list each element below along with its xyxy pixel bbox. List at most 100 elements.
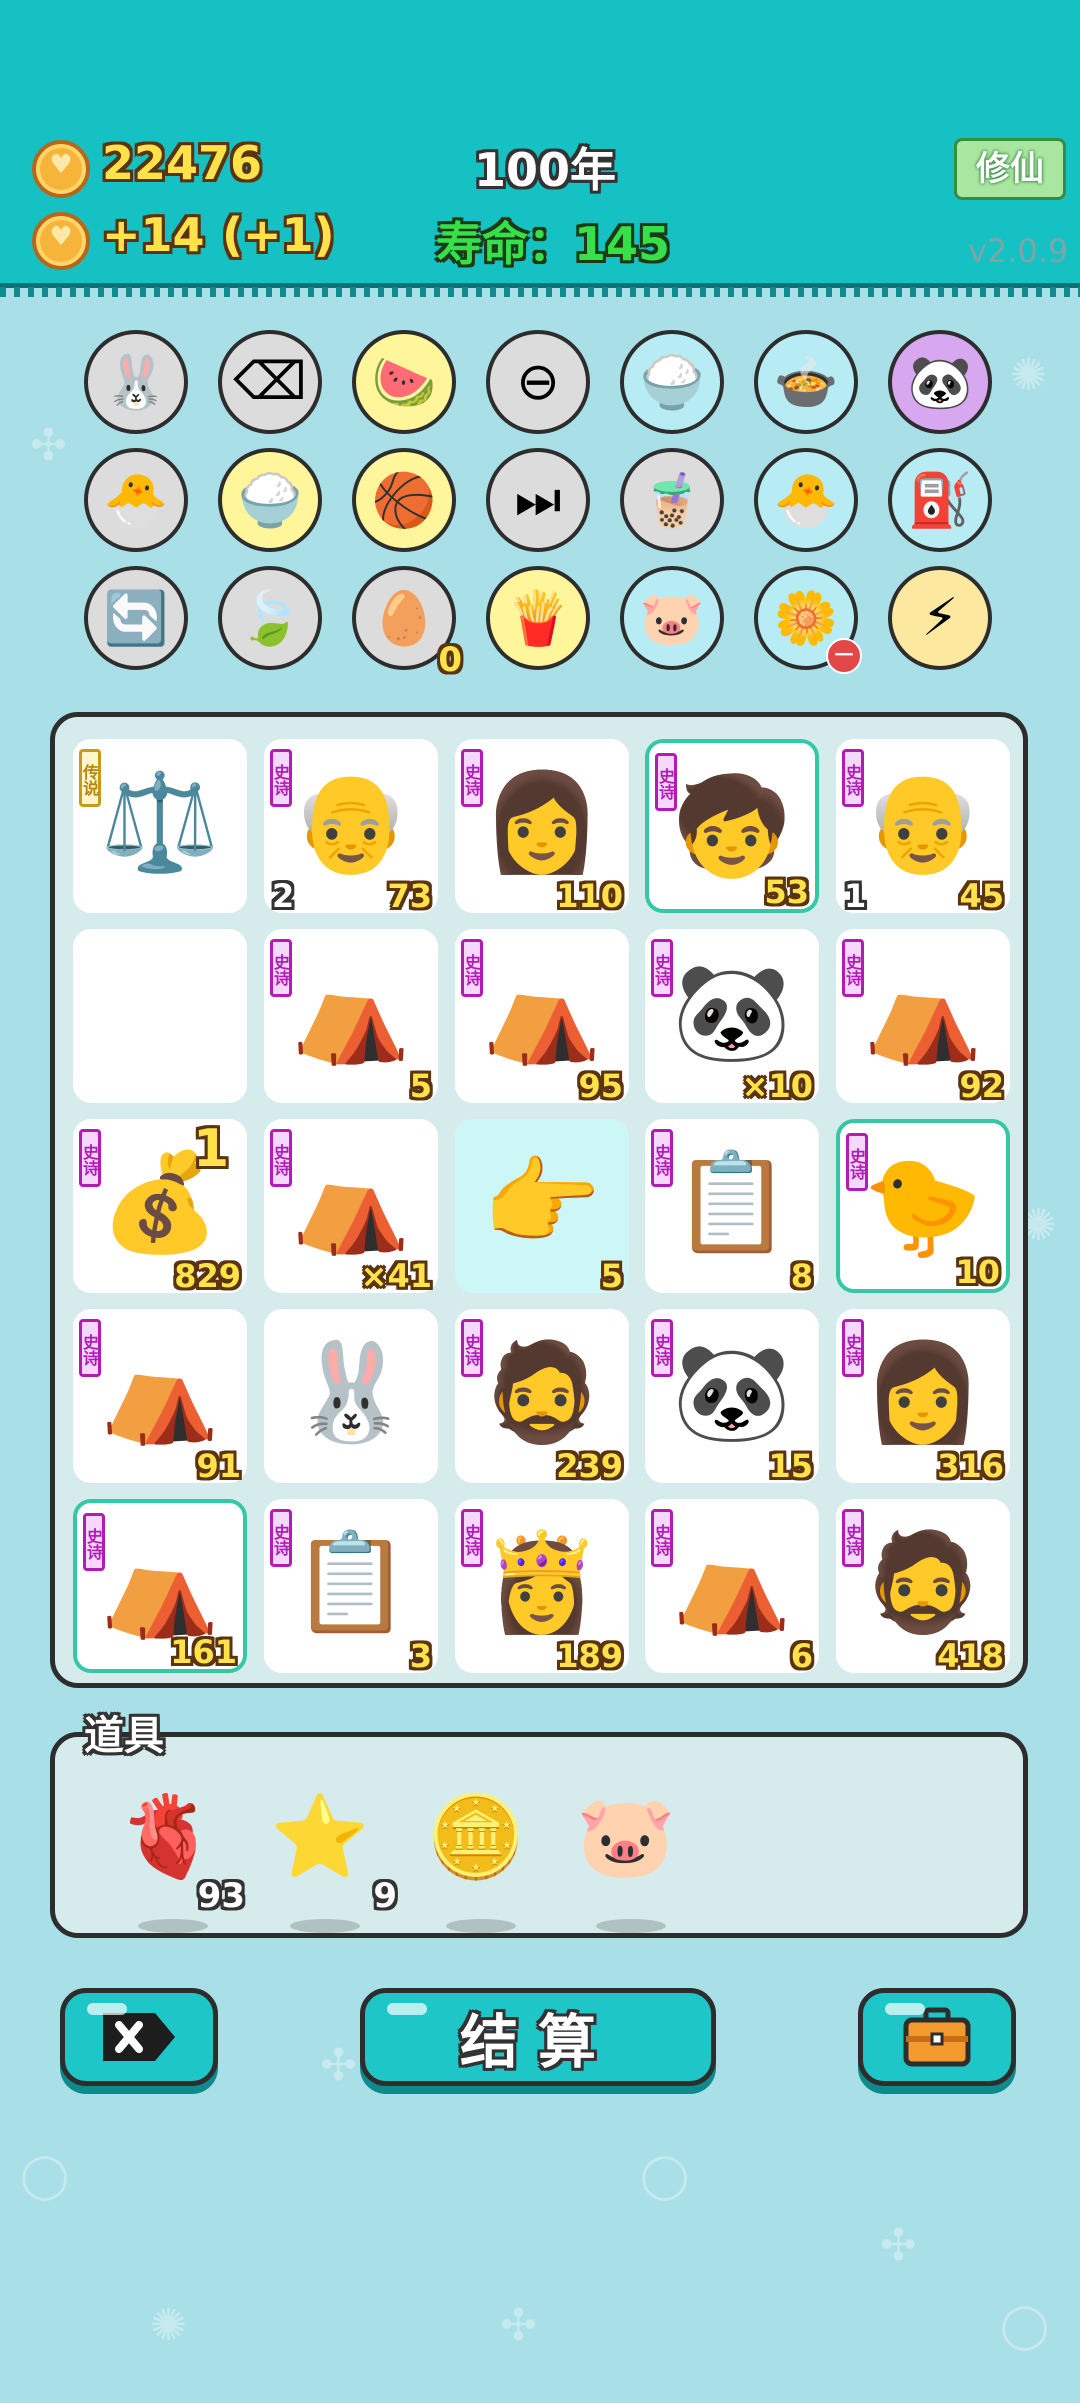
board-cell[interactable]: 史诗 🐼 ×10	[645, 929, 819, 1105]
board-cell[interactable]: 史诗 👴 73 2	[264, 739, 438, 915]
year-counter: 100年	[474, 143, 617, 197]
board-cell[interactable]: 🐰	[264, 1309, 438, 1483]
rabbit-tent-icon: ⛺	[482, 956, 602, 1068]
cultivation-mode-button[interactable]: 修仙	[954, 138, 1066, 200]
board-cell[interactable]: 史诗 💰 1 829	[73, 1119, 247, 1295]
relic-pot-duck-icon[interactable]: 🍲	[754, 330, 858, 434]
delete-tag-icon	[103, 2013, 175, 2061]
board-cell[interactable]: 史诗 🧔 418	[836, 1499, 1010, 1675]
relic-rice-bowl-icon[interactable]: 🍚	[620, 330, 724, 434]
fries-icon: 🍟	[505, 588, 571, 649]
cell-value: 3	[409, 1637, 432, 1675]
settle-button[interactable]: 结算	[360, 1988, 716, 2086]
fruit-basket-icon: 🍉	[371, 352, 437, 413]
board-cell[interactable]: 史诗 👩 110	[455, 739, 629, 915]
cell-value: 5	[600, 1257, 623, 1295]
item-shadow	[596, 1919, 666, 1933]
cell-value: ×10	[741, 1067, 813, 1105]
rabbit-tent-icon: ⛺	[291, 1146, 411, 1258]
item-piggy-bank-icon[interactable]: 🐷	[571, 1787, 681, 1933]
old-bird-icon: 🐤	[863, 1150, 983, 1262]
copy-paste-icon: 📋	[672, 1146, 792, 1258]
relic-fruit-basket-icon[interactable]: 🍉	[352, 330, 456, 434]
board-cell[interactable]: 史诗 👴 45 1	[836, 739, 1010, 915]
relic-pump-icon[interactable]: ⛽	[888, 448, 992, 552]
board-cell[interactable]: 史诗 🧒 53	[645, 739, 819, 913]
relic-chick-egg-icon[interactable]: 🐣	[84, 448, 188, 552]
rabbit-tent-icon: ⛺	[863, 956, 983, 1068]
board-cell[interactable]: 史诗 ⛺ ×41	[264, 1119, 438, 1295]
rabbit-tent-icon: ⛺	[100, 1336, 220, 1448]
grandpa-heart-eyes-icon: 👴	[291, 766, 411, 878]
relic-delete-tag-icon[interactable]: ⌫	[218, 330, 322, 434]
grandpa-glasses-icon: 👴	[863, 766, 983, 878]
board-cell[interactable]: 👉 5	[455, 1119, 629, 1295]
basketballs-icon: 🏀	[371, 470, 437, 531]
relic-rabbit-icon[interactable]: 🐰	[84, 330, 188, 434]
board-cell[interactable]: 史诗 👸 189	[455, 1499, 629, 1675]
queen-icon: 👸	[482, 1526, 602, 1638]
cell-value: 91	[196, 1447, 241, 1485]
item-star-icon[interactable]: ⭐ 9	[265, 1787, 397, 1933]
dollar-coin-icon: 🪙	[426, 1790, 526, 1883]
inventory-button[interactable]	[858, 1988, 1016, 2086]
relic-fries-icon[interactable]: 🍟	[486, 566, 590, 670]
relic-lightning-icon[interactable]: ⚡	[888, 566, 992, 670]
board-cell[interactable]: 史诗 ⛺ 161	[73, 1499, 247, 1673]
chick-egg-icon: 🐣	[103, 470, 169, 531]
leaf-icon: 🍃	[237, 588, 303, 649]
item-shadow	[290, 1919, 360, 1933]
cell-value: 15	[768, 1447, 813, 1485]
relic-basketballs-icon[interactable]: 🏀	[352, 448, 456, 552]
girl-braids-icon: 👩	[482, 766, 602, 878]
relic-flower-pot-icon[interactable]: 🌼 −	[754, 566, 862, 674]
board-cell[interactable]: 史诗 ⛺ 92	[836, 929, 1010, 1105]
pot-duck-icon: 🍲	[773, 352, 839, 413]
board-cell[interactable]	[73, 929, 247, 1103]
cell-value: 189	[556, 1637, 623, 1675]
remove-button[interactable]	[60, 1988, 218, 2086]
cell-value: 161	[170, 1633, 237, 1671]
relic-refresh-icon[interactable]: 🔄	[84, 566, 188, 670]
board-cell[interactable]: 史诗 ⛺ 6	[645, 1499, 819, 1675]
board-cell[interactable]: 史诗 ⛺ 5	[264, 929, 438, 1105]
relic-leaf-icon[interactable]: 🍃	[218, 566, 322, 670]
gold-amount: 22476	[102, 136, 263, 190]
bubble-tea-icon: 🧋	[639, 470, 705, 531]
copy-paste-icon: 📋	[291, 1526, 411, 1638]
relic-egg-tray-icon[interactable]: 🥚 0	[352, 566, 462, 680]
item-dollar-coin-icon[interactable]: 🪙	[421, 1787, 531, 1933]
minus-circle-icon: ⊖	[516, 352, 560, 412]
cell-value: 8	[790, 1257, 813, 1295]
relic-bubble-tea-icon[interactable]: 🧋	[620, 448, 724, 552]
relic-panda-icon[interactable]: 🐼	[888, 330, 992, 434]
board-cell[interactable]: 史诗 👩 316	[836, 1309, 1010, 1485]
pointing-hand-icon: 👉	[482, 1146, 602, 1258]
settle-label: 结算	[459, 2008, 616, 2076]
relic-piggy-bank-icon[interactable]: 🐷	[620, 566, 724, 670]
cell-value: 45	[959, 877, 1004, 915]
cell-value: 92	[959, 1067, 1004, 1105]
relic-minus-circle-icon[interactable]: ⊖	[486, 330, 590, 434]
board-cell[interactable]: 传说 ⚖️	[73, 739, 247, 913]
gold-coin-icon	[32, 140, 90, 198]
item-liver-icon[interactable]: 🫀 93	[113, 1787, 245, 1933]
rice-bowl-icon: 🍚	[639, 352, 705, 413]
item-quantity: 9	[373, 1876, 397, 1916]
board-cell[interactable]: 史诗 ⛺ 95	[455, 929, 629, 1105]
cell-count: 1	[844, 877, 867, 915]
version-label: v2.0.9	[968, 232, 1069, 270]
relic-skip-icon[interactable]: ⏭	[486, 448, 590, 552]
cell-value: ×41	[360, 1257, 432, 1295]
rabbit-icon: 🐰	[291, 1336, 411, 1448]
board-cell[interactable]: 史诗 📋 8	[645, 1119, 819, 1295]
relic-rice-bowl-icon[interactable]: 🍚	[218, 448, 322, 552]
board-cell[interactable]: 史诗 📋 3	[264, 1499, 438, 1675]
relic-chick-egg-icon[interactable]: 🐣	[754, 448, 858, 552]
board-cell[interactable]: 史诗 ⛺ 91	[73, 1309, 247, 1485]
board-cell[interactable]: 史诗 🧔 239	[455, 1309, 629, 1485]
cell-value: 110	[556, 877, 623, 915]
board-cell[interactable]: 史诗 🐤 10	[836, 1119, 1010, 1293]
rabbit-tent-icon: ⛺	[672, 1526, 792, 1638]
board-cell[interactable]: 史诗 🐼 15	[645, 1309, 819, 1485]
